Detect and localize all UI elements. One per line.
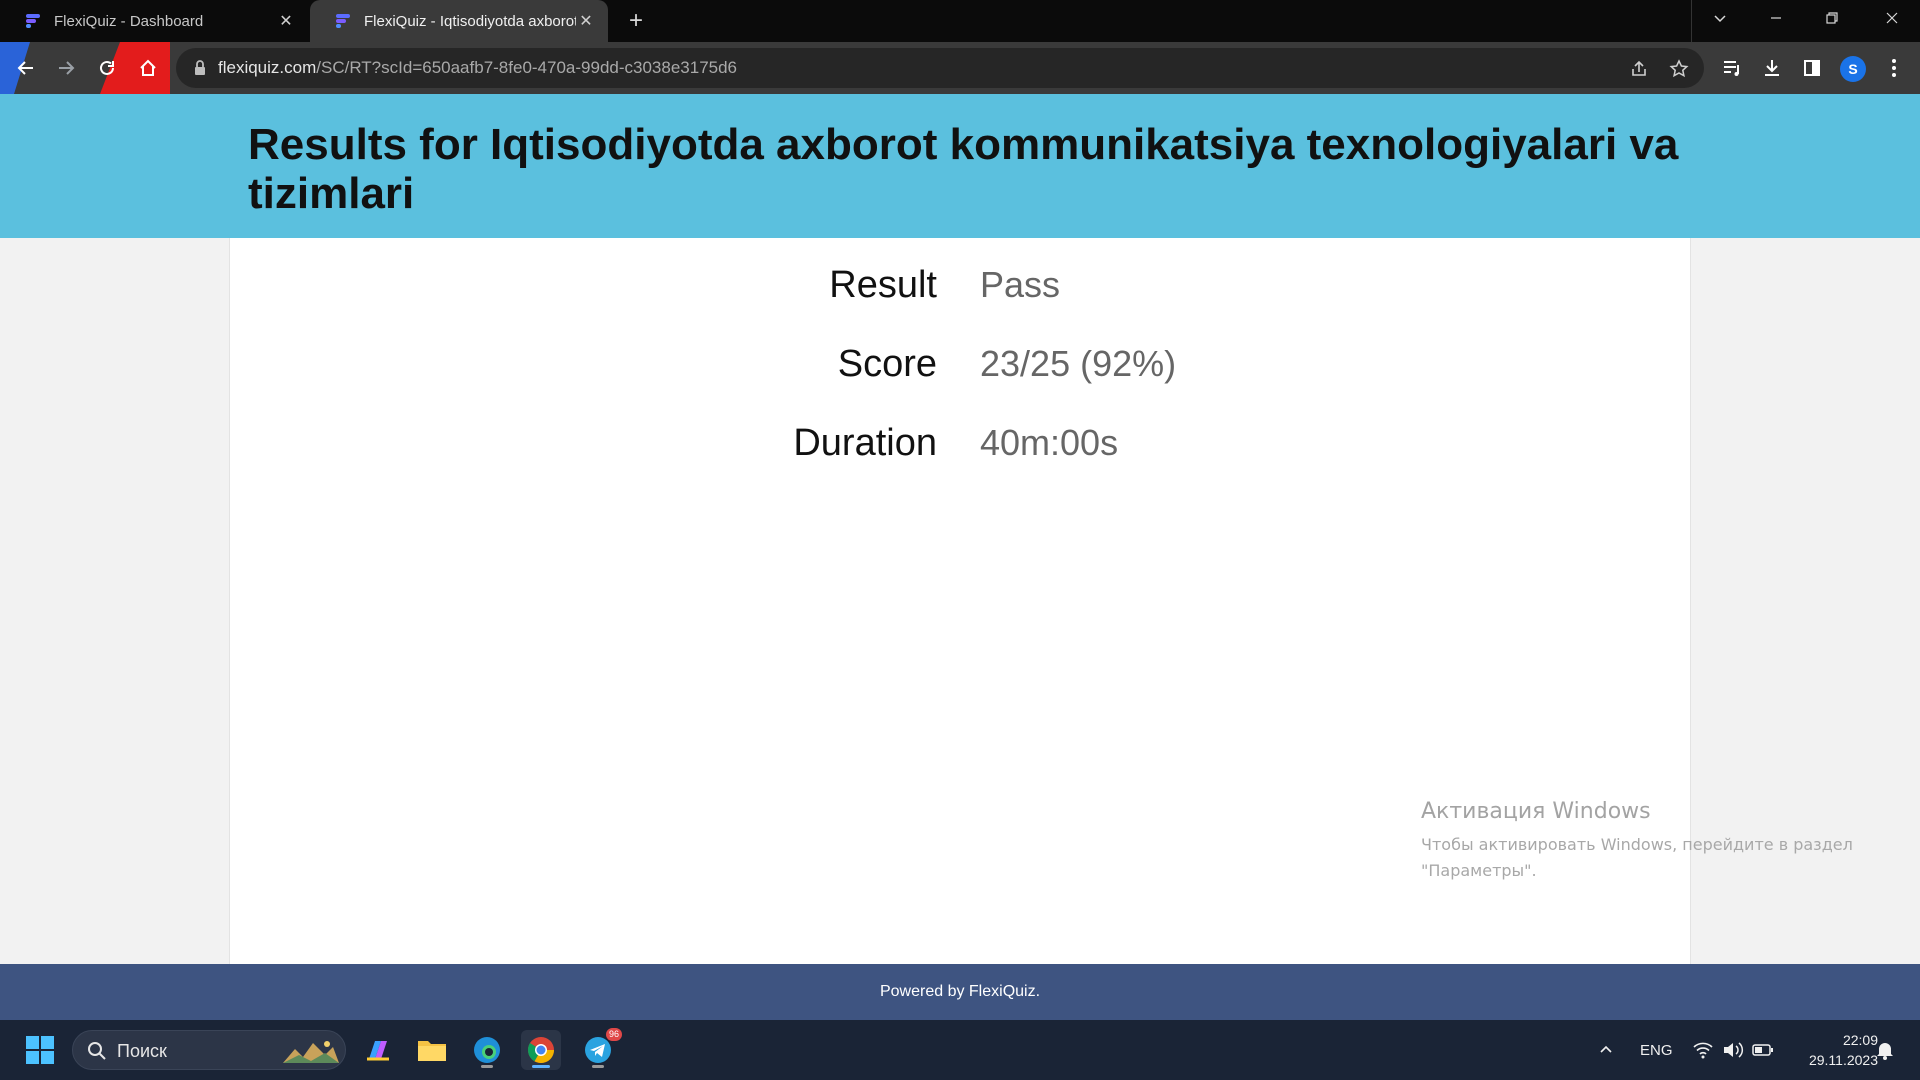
browser-tab-strip: FlexiQuiz - Dashboard ✕ FlexiQuiz - Iqti… bbox=[0, 0, 1920, 42]
windows-logo-icon bbox=[26, 1036, 54, 1064]
show-hidden-icons-chevron-icon[interactable] bbox=[1598, 1020, 1614, 1080]
running-indicator bbox=[532, 1065, 550, 1068]
minimize-window-button[interactable] bbox=[1748, 0, 1804, 36]
tab-title: FlexiQuiz - Iqtisodiyotda axborot bbox=[364, 12, 576, 30]
browser-toolbar: flexiquiz.com/SC/RT?scId=650aafb7-8fe0-4… bbox=[0, 42, 1920, 94]
telegram-app-icon[interactable]: 96 bbox=[578, 1028, 622, 1070]
close-tab-icon[interactable]: ✕ bbox=[576, 11, 596, 31]
result-row: Result Pass bbox=[230, 264, 1692, 314]
bookmark-star-icon[interactable] bbox=[1666, 56, 1692, 82]
side-panel-icon[interactable] bbox=[1794, 50, 1830, 86]
duration-value: 40m:00s bbox=[980, 422, 1119, 463]
share-icon[interactable] bbox=[1626, 56, 1652, 82]
clock-date: 29.11.2023 bbox=[1808, 1052, 1878, 1068]
notification-bell-icon[interactable] bbox=[1876, 1020, 1894, 1080]
close-tab-icon[interactable]: ✕ bbox=[276, 11, 296, 31]
home-button[interactable] bbox=[130, 50, 166, 86]
duration-row: Duration 40m:00s bbox=[230, 422, 1692, 472]
windows-taskbar: Поиск 96 ENG 22:09 29.11.2023 bbox=[0, 1020, 1920, 1080]
search-highlight-illustration-icon bbox=[283, 1041, 339, 1063]
profile-avatar[interactable]: S bbox=[1840, 56, 1866, 82]
tab-results[interactable]: FlexiQuiz - Iqtisodiyotda axborot ✕ bbox=[310, 0, 608, 42]
start-button[interactable] bbox=[20, 1030, 60, 1070]
powered-by-text: Powered by FlexiQuiz. bbox=[879, 983, 1041, 1000]
url-text: flexiquiz.com/SC/RT?scId=650aafb7-8fe0-4… bbox=[218, 48, 737, 88]
flexiquiz-favicon-icon bbox=[26, 14, 40, 28]
duration-label: Duration bbox=[793, 422, 937, 464]
score-row: Score 23/25 (92%) bbox=[230, 343, 1692, 393]
copilot-app-icon[interactable] bbox=[358, 1030, 398, 1070]
result-label: Result bbox=[829, 264, 937, 306]
taskbar-search[interactable]: Поиск bbox=[72, 1030, 346, 1070]
volume-icon[interactable] bbox=[1722, 1020, 1744, 1080]
media-controls-icon[interactable] bbox=[1714, 50, 1750, 86]
watermark-line-1: Чтобы активировать Windows, перейдите в … bbox=[1421, 835, 1853, 854]
language-indicator[interactable]: ENG bbox=[1640, 1020, 1673, 1080]
results-header: Results for Iqtisodiyotda axborot kommun… bbox=[0, 94, 1920, 238]
reload-button[interactable] bbox=[89, 50, 125, 86]
watermark-title: Активация Windows bbox=[1421, 799, 1651, 824]
lock-icon bbox=[195, 60, 205, 75]
close-window-button[interactable] bbox=[1864, 0, 1920, 36]
language-label: ENG bbox=[1640, 1041, 1673, 1059]
wifi-icon[interactable] bbox=[1692, 1020, 1714, 1080]
flexiquiz-favicon-icon bbox=[336, 14, 350, 28]
chrome-browser-icon[interactable] bbox=[521, 1030, 561, 1070]
url-host: flexiquiz.com bbox=[218, 58, 317, 77]
score-label: Score bbox=[837, 343, 937, 385]
back-button[interactable] bbox=[8, 50, 44, 86]
tab-search-chevron-icon[interactable] bbox=[1692, 0, 1748, 36]
downloads-icon[interactable] bbox=[1754, 50, 1790, 86]
score-value: 23/25 (92%) bbox=[980, 343, 1177, 384]
edge-browser-icon[interactable] bbox=[467, 1030, 507, 1070]
watermark-line-2: "Параметры". bbox=[1421, 861, 1537, 880]
url-path: /SC/RT?scId=650aafb7-8fe0-470a-99dd-c303… bbox=[316, 58, 738, 77]
tab-title: FlexiQuiz - Dashboard bbox=[54, 12, 204, 30]
restore-window-button[interactable] bbox=[1804, 0, 1860, 36]
result-value: Pass bbox=[980, 264, 1061, 305]
file-explorer-icon[interactable] bbox=[412, 1030, 452, 1070]
results-card: Result Pass Score 23/25 (92%) Duration 4… bbox=[229, 238, 1691, 1058]
new-tab-button[interactable]: + bbox=[622, 8, 650, 36]
system-clock[interactable]: 22:09 29.11.2023 bbox=[1788, 1030, 1878, 1070]
clock-time: 22:09 bbox=[1842, 1032, 1878, 1048]
running-indicator bbox=[592, 1065, 604, 1068]
search-label: Поиск bbox=[117, 1041, 167, 1061]
windows-activation-watermark: Активация Windows Чтобы активировать Win… bbox=[1421, 799, 1881, 884]
notification-badge: 96 bbox=[605, 1028, 622, 1041]
address-bar[interactable]: flexiquiz.com/SC/RT?scId=650aafb7-8fe0-4… bbox=[176, 48, 1704, 88]
page-footer: Powered by FlexiQuiz. bbox=[0, 964, 1920, 1020]
battery-icon[interactable] bbox=[1752, 1020, 1774, 1080]
page-title: Results for Iqtisodiyotda axborot kommun… bbox=[248, 120, 1679, 218]
forward-button[interactable] bbox=[48, 50, 84, 86]
tab-dashboard[interactable]: FlexiQuiz - Dashboard ✕ bbox=[0, 0, 308, 42]
search-icon bbox=[88, 1042, 106, 1060]
running-indicator bbox=[481, 1065, 493, 1068]
menu-kebab-icon[interactable] bbox=[1876, 50, 1912, 86]
